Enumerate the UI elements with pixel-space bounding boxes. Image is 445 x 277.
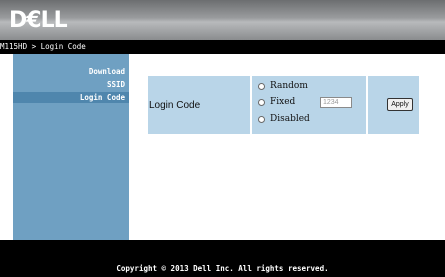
disabled-label: Disabled: [270, 114, 310, 124]
fixed-label: Fixed: [270, 97, 296, 107]
copyright-text: Copyright © 2013 Dell Inc. All rights re…: [116, 264, 329, 273]
random-label: Random: [270, 81, 308, 91]
column-divider: [250, 76, 252, 134]
fixed-code-input[interactable]: 1234: [320, 97, 352, 108]
option-disabled[interactable]: Disabled: [258, 113, 310, 125]
breadcrumb: M115HD > Login Code: [0, 42, 86, 51]
sidebar-item-login-code[interactable]: Login Code: [80, 93, 125, 103]
footer-bar: Copyright © 2013 Dell Inc. All rights re…: [0, 240, 445, 277]
dell-logo: D€LL: [9, 8, 68, 33]
fixed-radio[interactable]: [258, 98, 265, 106]
option-fixed[interactable]: Fixed: [258, 96, 295, 108]
column-divider: [366, 76, 368, 134]
login-code-label: Login Code: [149, 99, 201, 111]
apply-button[interactable]: Apply: [387, 98, 413, 111]
disabled-radio[interactable]: [258, 115, 265, 123]
option-random[interactable]: Random: [258, 80, 308, 92]
sidebar-item-ssid[interactable]: SSID: [107, 80, 125, 90]
login-code-panel: Login Code Random Fixed 1234 Disabled Ap…: [148, 76, 419, 134]
header-bar: D€LL: [0, 0, 445, 40]
breadcrumb-bar: M115HD > Login Code: [0, 40, 445, 54]
sidebar: Download SSID Login Code: [13, 54, 129, 240]
login-code-label-cell: Login Code: [148, 76, 250, 134]
random-radio[interactable]: [258, 82, 265, 90]
sidebar-item-download[interactable]: Download: [89, 67, 125, 77]
